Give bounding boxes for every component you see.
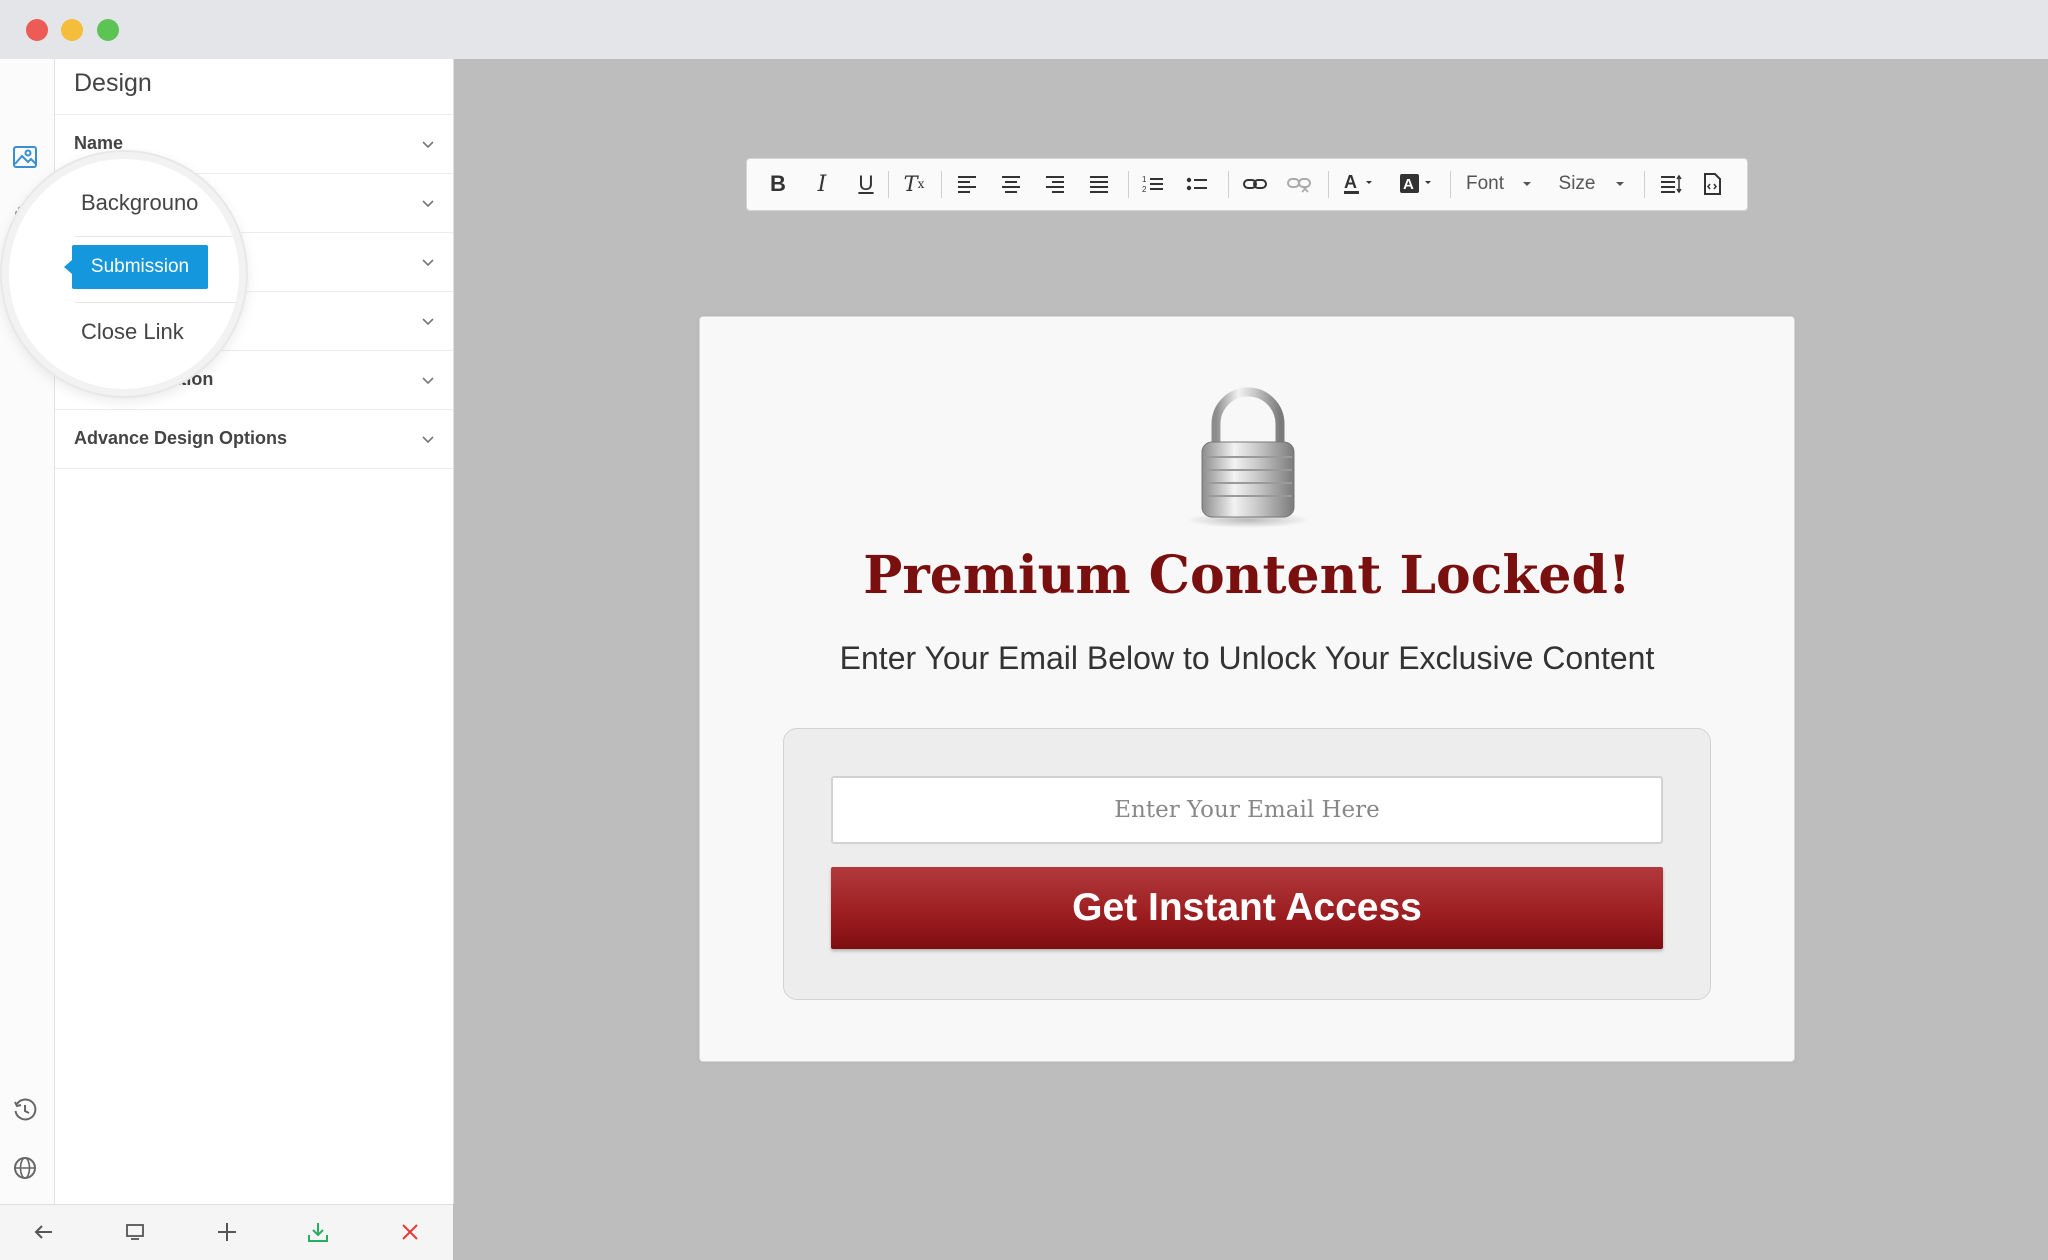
- caret-down-icon: [1523, 182, 1532, 186]
- chevron-down-icon: [422, 259, 434, 267]
- size-dropdown-label: Size: [1558, 173, 1596, 194]
- divider: [1228, 171, 1229, 198]
- divider: [1328, 171, 1329, 198]
- window-close-button[interactable]: [26, 19, 48, 41]
- magnified-close-link-label: Close Link: [81, 319, 184, 344]
- align-left-icon[interactable]: [954, 169, 980, 199]
- svg-text:2: 2: [1142, 185, 1147, 194]
- underline-icon[interactable]: U: [853, 169, 879, 199]
- divider: [1450, 171, 1451, 198]
- window-maximize-button[interactable]: [97, 19, 119, 41]
- source-code-icon[interactable]: [1698, 169, 1726, 199]
- history-icon[interactable]: [10, 1095, 40, 1125]
- submission-tooltip[interactable]: Submission: [64, 245, 208, 289]
- caret-down-icon: [1616, 182, 1625, 186]
- svg-text:1: 1: [1142, 175, 1147, 184]
- ordered-list-icon[interactable]: 12: [1140, 169, 1166, 199]
- accordion-advance-design-options[interactable]: Advance Design Options: [55, 410, 453, 469]
- chevron-down-icon: [422, 318, 434, 326]
- background-color-icon[interactable]: A: [1397, 169, 1437, 199]
- text-color-icon[interactable]: A: [1341, 169, 1379, 199]
- divider: [888, 171, 889, 198]
- popup-subheadline: Enter Your Email Below to Unlock Your Ex…: [839, 640, 1655, 676]
- align-right-icon[interactable]: [1042, 169, 1068, 199]
- italic-icon[interactable]: I: [809, 169, 835, 199]
- divider: [1644, 171, 1645, 198]
- svg-text:A: A: [1344, 172, 1357, 192]
- chevron-down-icon: [422, 436, 434, 444]
- chevron-down-icon: [422, 200, 434, 208]
- divider: [1128, 171, 1129, 198]
- chevron-down-icon: [422, 141, 434, 149]
- image-icon[interactable]: [10, 142, 40, 172]
- popup-headline: Premium Content Locked!: [863, 545, 1631, 606]
- font-dropdown[interactable]: Font: [1463, 169, 1537, 199]
- window-titlebar: [0, 0, 2048, 59]
- device-preview-icon[interactable]: [121, 1218, 149, 1246]
- line-height-icon[interactable]: [1657, 169, 1685, 199]
- text-editor-toolbar: B I U Tx 12 A A Font Size: [746, 158, 1748, 211]
- window-minimize-button[interactable]: [61, 19, 83, 41]
- clear-format-icon[interactable]: Tx: [899, 169, 929, 199]
- panel-title: Design: [74, 69, 152, 97]
- bullet-list-icon[interactable]: [1184, 169, 1210, 199]
- optin-form: Get Instant Access: [783, 728, 1711, 1000]
- plus-icon[interactable]: [213, 1218, 241, 1246]
- svg-text:A: A: [1403, 176, 1414, 193]
- back-arrow-icon[interactable]: [30, 1218, 58, 1246]
- align-justify-icon[interactable]: [1086, 169, 1112, 199]
- unlink-icon[interactable]: [1285, 169, 1313, 199]
- get-instant-access-button[interactable]: Get Instant Access: [831, 867, 1663, 949]
- accordion-label: Name: [74, 133, 124, 153]
- optin-popup-preview: Premium Content Locked! Enter Your Email…: [699, 316, 1795, 1062]
- accordion-label: Advance Design Options: [74, 428, 288, 448]
- align-center-icon[interactable]: [998, 169, 1024, 199]
- chevron-down-icon: [422, 377, 434, 385]
- link-icon[interactable]: [1241, 169, 1269, 199]
- divider: [75, 236, 239, 237]
- bold-icon[interactable]: B: [765, 169, 791, 199]
- close-icon[interactable]: [396, 1218, 424, 1246]
- padlock-icon: [1178, 382, 1318, 532]
- divider: [75, 302, 239, 303]
- magnified-background-label: Backgrouno: [81, 190, 199, 215]
- download-icon[interactable]: [304, 1218, 332, 1246]
- globe-icon[interactable]: [10, 1153, 40, 1183]
- size-dropdown[interactable]: Size: [1555, 169, 1631, 199]
- font-dropdown-label: Font: [1465, 173, 1505, 194]
- divider: [941, 171, 942, 198]
- email-input[interactable]: [831, 776, 1663, 844]
- bottom-action-bar: [0, 1204, 453, 1260]
